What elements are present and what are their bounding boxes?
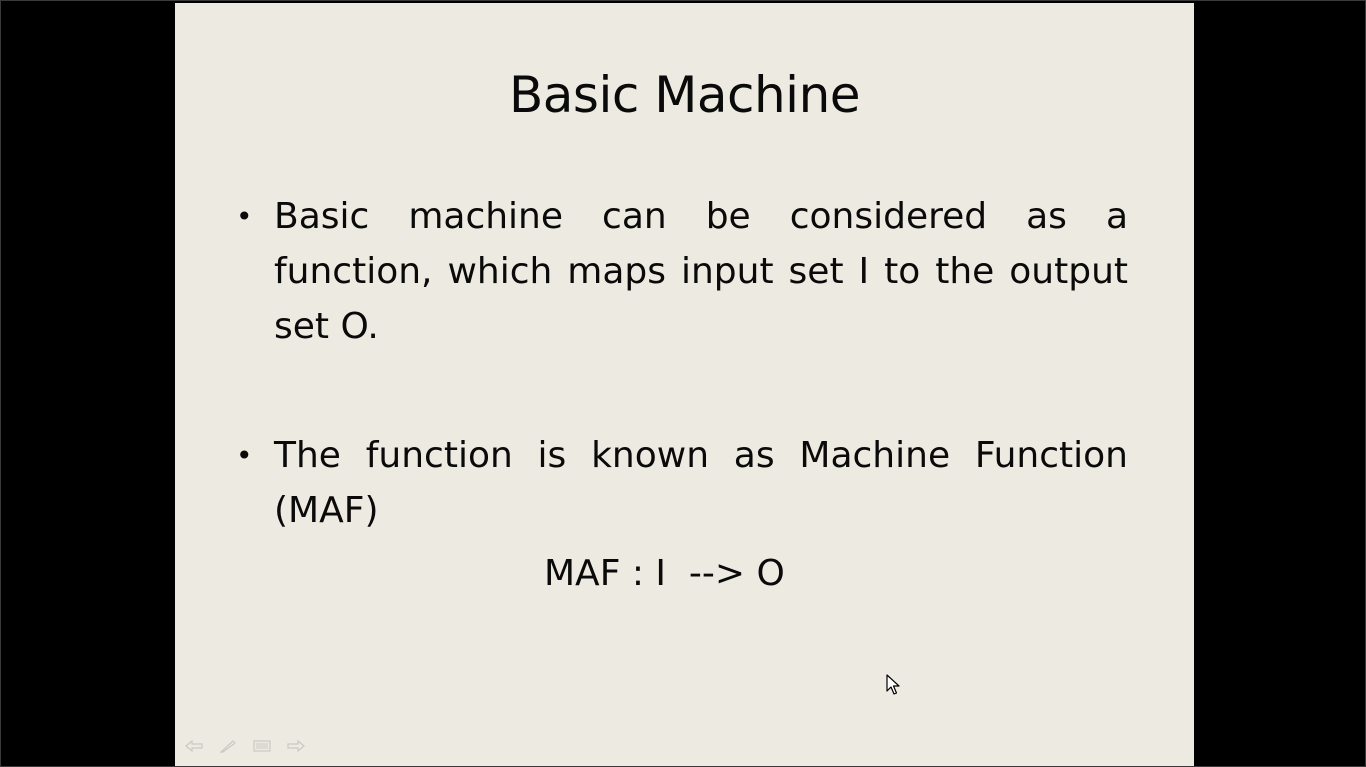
slide-title: Basic Machine — [508, 66, 861, 124]
mouse-cursor-icon — [886, 674, 900, 695]
bullet-dot-icon: • — [236, 439, 253, 472]
bullet-item: • The function is known as Machine Funct… — [236, 428, 1128, 538]
forward-arrow-icon[interactable] — [285, 738, 307, 754]
bullet-dot-icon: • — [236, 200, 253, 233]
pen-icon[interactable] — [217, 738, 239, 754]
formula: MAF : I --> O — [544, 553, 785, 594]
slide[interactable]: Basic Machine • Basic machine can be con… — [175, 3, 1194, 766]
bullet-text: Basic machine can be considered as a fun… — [274, 196, 1128, 347]
bullet-text: The function is known as Machine Functio… — [274, 435, 1128, 531]
slideshow-screen: Basic Machine • Basic machine can be con… — [0, 0, 1366, 767]
menu-icon[interactable] — [251, 738, 273, 754]
slideshow-controls — [183, 738, 307, 754]
bullet-item: • Basic machine can be considered as a f… — [236, 189, 1128, 354]
back-arrow-icon[interactable] — [183, 738, 205, 754]
